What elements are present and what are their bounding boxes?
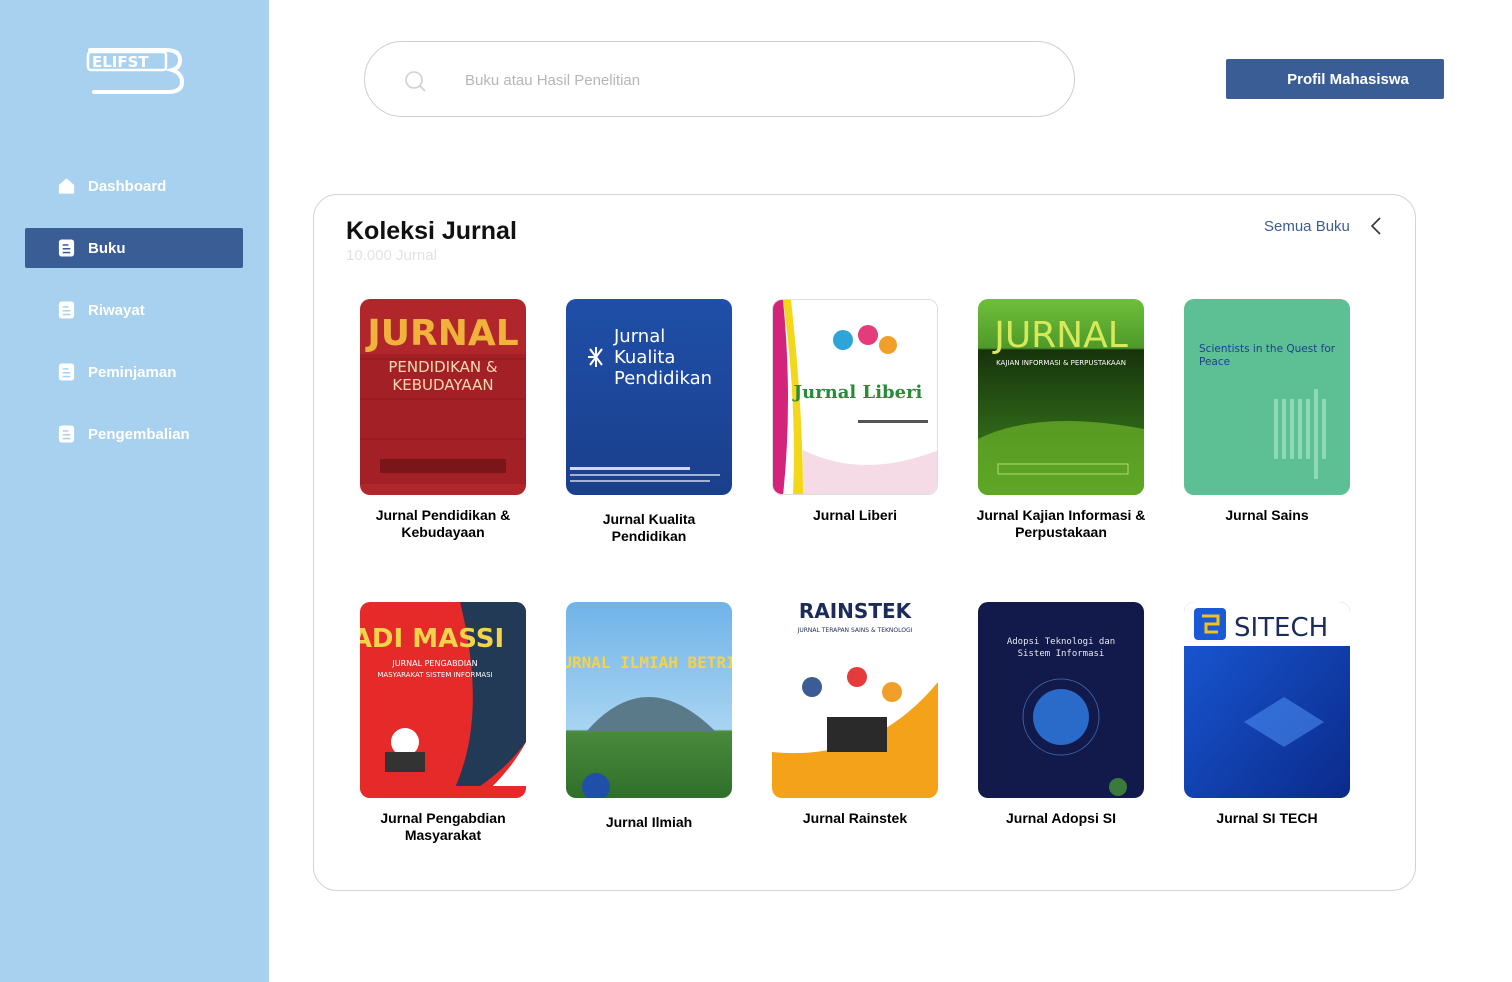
- book-title: Jurnal Sains: [1225, 507, 1309, 523]
- book-card[interactable]: Scientists in the Quest for Peace Jurnal…: [1182, 299, 1352, 524]
- all-books-link[interactable]: Semua Buku: [1264, 218, 1350, 235]
- book-title: Jurnal Pengabdian Masyarakat: [380, 810, 506, 843]
- document-icon: [58, 363, 75, 381]
- book-cover: ADI MASSI JURNAL PENGABDIAN MASYARAKAT S…: [360, 602, 526, 798]
- svg-text:Scientists in the Quest for: Scientists in the Quest for: [1199, 343, 1336, 355]
- svg-text:KEBUDAYAAN: KEBUDAYAAN: [392, 376, 493, 394]
- svg-text:JURNAL ILMIAH BETRIK: JURNAL ILMIAH BETRIK: [566, 653, 732, 672]
- book-card[interactable]: Adopsi Teknologi dan Sistem Informasi Ju…: [976, 602, 1146, 827]
- book-card[interactable]: Jurnal Kualita Pendidikan Jurnal Kualita…: [564, 299, 734, 545]
- chevron-left-icon[interactable]: [1368, 215, 1386, 237]
- svg-text:JURNAL: JURNAL: [992, 315, 1128, 356]
- book-card[interactable]: Jurnal Liberi Jurnal Liberi: [770, 299, 940, 524]
- sidebar: ELIFST Dashboard Buku Riwayat Peminjaman…: [0, 0, 269, 982]
- book-card[interactable]: RAINSTEK JURNAL TERAPAN SAINS & TEKNOLOG…: [770, 602, 940, 827]
- svg-text:KAJIAN INFORMASI & PERPUSTAKAA: KAJIAN INFORMASI & PERPUSTAKAAN: [996, 359, 1126, 367]
- svg-text:JURNAL PENGABDIAN: JURNAL PENGABDIAN: [391, 659, 477, 668]
- svg-text:Jurnal Liberi: Jurnal Liberi: [792, 382, 923, 403]
- sidebar-nav: Dashboard Buku Riwayat Peminjaman Pengem…: [25, 166, 243, 476]
- search-bar: [364, 41, 1075, 117]
- sidebar-item-label: Peminjaman: [88, 363, 177, 381]
- book-title: Jurnal Adopsi SI: [1006, 810, 1116, 826]
- collection-card: Koleksi Jurnal 10.000 Jurnal Semua Buku …: [313, 194, 1416, 891]
- book-title: Jurnal Pendidikan & Kebudayaan: [375, 507, 511, 540]
- elifst-logo[interactable]: ELIFST: [84, 40, 184, 96]
- collection-title: Koleksi Jurnal: [346, 217, 517, 245]
- sidebar-item-label: Buku: [88, 239, 126, 257]
- svg-text:RAINSTEK: RAINSTEK: [799, 602, 913, 623]
- book-card[interactable]: JURNAL PENDIDIKAN & KEBUDAYAAN Jurnal Pe…: [358, 299, 528, 541]
- sidebar-item-peminjaman[interactable]: Peminjaman: [25, 352, 243, 392]
- book-card[interactable]: SITECH Jurnal SI TECH: [1182, 602, 1352, 827]
- book-title: Jurnal Rainstek: [802, 810, 908, 826]
- book-cover: Jurnal Liberi: [772, 299, 938, 495]
- svg-text:MASYARAKAT SISTEM INFORMASI: MASYARAKAT SISTEM INFORMASI: [377, 671, 492, 679]
- svg-text:ADI MASSI: ADI MASSI: [360, 624, 504, 654]
- book-title: Jurnal Kualita Pendidikan: [602, 511, 696, 544]
- book-cover: SITECH: [1184, 602, 1350, 798]
- book-title: Jurnal SI TECH: [1216, 810, 1318, 826]
- sidebar-item-riwayat[interactable]: Riwayat: [25, 290, 243, 330]
- svg-text:ELIFST: ELIFST: [92, 53, 149, 71]
- sidebar-item-buku[interactable]: Buku: [25, 228, 243, 268]
- book-cover: Jurnal Kualita Pendidikan: [566, 299, 732, 495]
- search-icon[interactable]: [403, 69, 427, 93]
- svg-text:PENDIDIKAN &: PENDIDIKAN &: [388, 358, 498, 376]
- sidebar-item-label: Pengembalian: [88, 425, 190, 443]
- book-card[interactable]: JURNAL ILMIAH BETRIK Jurnal Ilmiah: [564, 602, 734, 831]
- document-icon: [58, 425, 75, 443]
- svg-text:JURNAL TERAPAN SAINS & TEKNOLO: JURNAL TERAPAN SAINS & TEKNOLOGI: [797, 627, 913, 634]
- svg-text:Sistem Informasi: Sistem Informasi: [1018, 649, 1105, 659]
- svg-text:SITECH: SITECH: [1234, 613, 1328, 643]
- book-cover: JURNAL ILMIAH BETRIK: [566, 602, 732, 798]
- document-icon: [58, 239, 75, 257]
- svg-text:JURNAL: JURNAL: [364, 313, 518, 354]
- book-cover: Adopsi Teknologi dan Sistem Informasi: [978, 602, 1144, 798]
- book-cover: Scientists in the Quest for Peace: [1184, 299, 1350, 495]
- profile-button[interactable]: Profil Mahasiswa: [1226, 59, 1444, 99]
- book-title: Jurnal Ilmiah: [605, 814, 693, 830]
- search-input[interactable]: [465, 64, 1025, 96]
- svg-text:Kualita: Kualita: [614, 347, 675, 368]
- book-card[interactable]: ADI MASSI JURNAL PENGABDIAN MASYARAKAT S…: [358, 602, 528, 844]
- svg-text:Jurnal: Jurnal: [613, 326, 665, 347]
- sidebar-item-label: Riwayat: [88, 301, 145, 319]
- document-icon: [58, 301, 75, 319]
- book-cover: JURNAL KAJIAN INFORMASI & PERPUSTAKAAN: [978, 299, 1144, 495]
- svg-text:Adopsi Teknologi dan: Adopsi Teknologi dan: [1007, 637, 1115, 647]
- collection-count: 10.000 Jurnal: [346, 247, 437, 264]
- book-title: Jurnal Kajian Informasi & Perpustakaan: [976, 507, 1146, 540]
- book-cover: RAINSTEK JURNAL TERAPAN SAINS & TEKNOLOG…: [772, 602, 938, 798]
- sidebar-item-label: Dashboard: [88, 177, 167, 195]
- book-title: Jurnal Liberi: [812, 507, 898, 523]
- sidebar-item-dashboard[interactable]: Dashboard: [25, 166, 243, 206]
- svg-text:Peace: Peace: [1199, 356, 1230, 368]
- home-icon: [58, 178, 75, 194]
- book-cover: JURNAL PENDIDIKAN & KEBUDAYAAN: [360, 299, 526, 495]
- svg-text:Pendidikan: Pendidikan: [614, 368, 712, 389]
- book-card[interactable]: JURNAL KAJIAN INFORMASI & PERPUSTAKAAN J…: [976, 299, 1146, 541]
- sidebar-item-pengembalian[interactable]: Pengembalian: [25, 414, 243, 454]
